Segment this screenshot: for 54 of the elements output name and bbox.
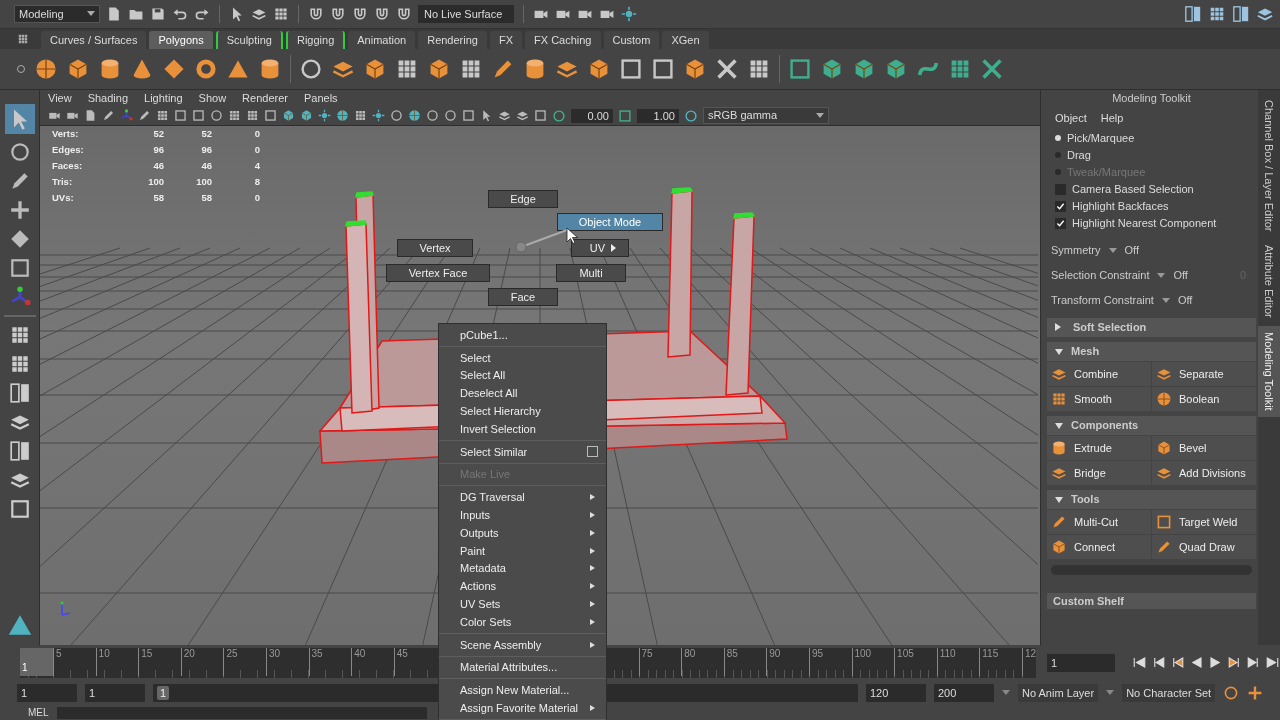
- frame-tick: 85: [723, 647, 767, 676]
- hud-value: 8: [253, 175, 260, 187]
- frame-tick: 1: [20, 647, 53, 676]
- hud-value: 0: [253, 191, 260, 203]
- checkbox-label: Highlight Nearest Component: [1072, 217, 1217, 230]
- frame-tick: 12: [1021, 647, 1036, 676]
- frame-tick: 35: [308, 647, 352, 676]
- frame-tick: 115: [979, 647, 1022, 676]
- frame-tick: 110: [936, 647, 980, 676]
- frame-tick: 90: [766, 647, 809, 676]
- hud-value: 96: [152, 143, 164, 155]
- radio-label: Drag: [1067, 149, 1091, 162]
- checkbox-label: Highlight Backfaces: [1072, 200, 1169, 213]
- frame-tick: 15: [138, 647, 181, 676]
- constraint-label: Transform Constraint: [1051, 294, 1154, 307]
- frame-tick: 95: [808, 647, 852, 676]
- section-title: Tools: [1071, 493, 1100, 506]
- frame-tick: 40: [351, 647, 394, 676]
- section-title: Mesh: [1071, 345, 1100, 358]
- constraint-label: Symmetry: [1051, 244, 1101, 257]
- section-title: Components: [1071, 419, 1139, 432]
- hud-value: 96: [200, 143, 212, 155]
- hud-value: 52: [200, 127, 212, 139]
- frame-tick: 10: [95, 647, 139, 676]
- hud-label: Verts:: [52, 127, 80, 139]
- frame-tick: 100: [851, 647, 895, 676]
- hud-value: 4: [253, 159, 260, 171]
- frame-tick: 45: [393, 647, 437, 676]
- frame-tick: 75: [638, 647, 682, 676]
- hud-value: 58: [200, 191, 212, 203]
- hud-value: 0: [253, 143, 260, 155]
- constraint-label: Selection Constraint: [1051, 269, 1150, 282]
- frame-tick: 20: [180, 647, 224, 676]
- command-language-label: MEL: [28, 707, 49, 718]
- checkbox-label: Camera Based Selection: [1072, 183, 1194, 196]
- section-title: Soft Selection: [1073, 321, 1147, 334]
- frame-tick: 30: [265, 647, 309, 676]
- hud-label: Tris:: [52, 175, 74, 187]
- hud-value: 46: [200, 159, 212, 171]
- frame-tick: 5: [53, 647, 96, 676]
- hud-value: 46: [152, 159, 164, 171]
- frame-tick: 80: [681, 647, 724, 676]
- hud-label: Edges:: [52, 143, 85, 155]
- hud-value: 58: [152, 191, 164, 203]
- hud-label: UVs:: [52, 191, 75, 203]
- frame-tick: 25: [223, 647, 266, 676]
- hud-value: 100: [147, 175, 164, 187]
- hud-value: 100: [195, 175, 212, 187]
- radio-label: Pick/Marquee: [1067, 132, 1135, 145]
- frame-tick: 105: [894, 647, 937, 676]
- panel-title: Modeling Toolkit: [1111, 90, 1192, 106]
- hud-label: Faces:: [52, 159, 84, 171]
- hud-value: 0: [253, 127, 260, 139]
- hud-value: 52: [152, 127, 164, 139]
